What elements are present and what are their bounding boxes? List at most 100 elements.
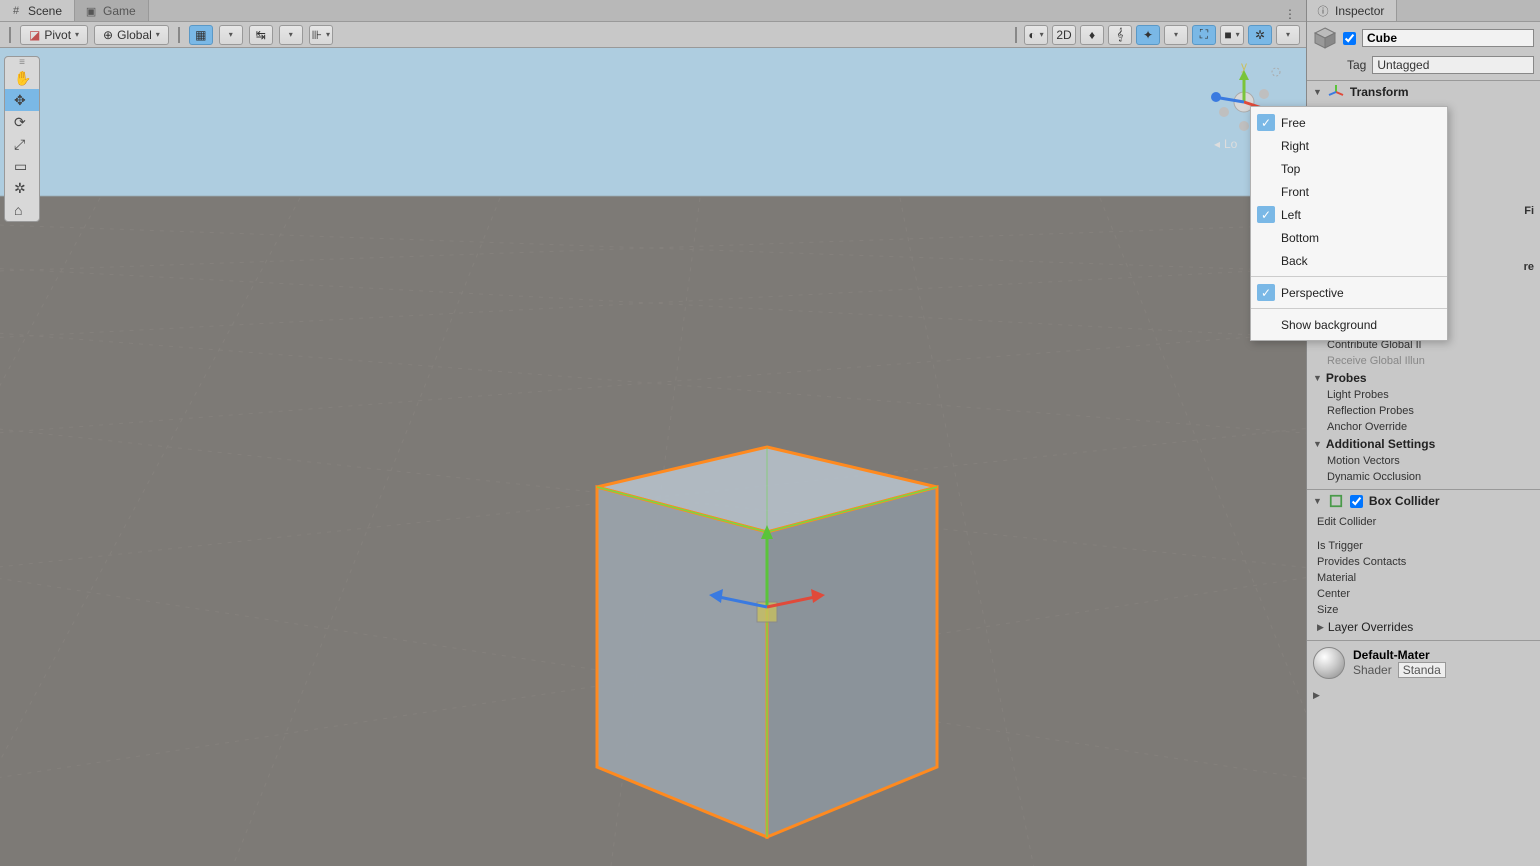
hand-tool[interactable]: ✋ — [5, 67, 39, 89]
ctx-item-right[interactable]: Right — [1251, 134, 1447, 157]
snap-increment-button[interactable]: ↹ — [249, 25, 273, 45]
ctx-item-show-background[interactable]: Show background — [1251, 313, 1447, 336]
gizmos-menu[interactable]: ▾ — [1276, 25, 1300, 45]
snap-increment-menu[interactable]: ▾ — [279, 25, 303, 45]
ctx-item-back[interactable]: Back — [1251, 249, 1447, 272]
hand-icon: ✋ — [14, 70, 30, 86]
prop-is-trigger[interactable]: Is Trigger — [1317, 538, 1534, 554]
rect-icon: ▭ — [14, 158, 30, 174]
scene-tab-menu[interactable]: ⋮ — [1274, 7, 1306, 21]
boxcollider-icon — [1328, 493, 1344, 509]
toolstrip-grip[interactable]: ≡ — [5, 57, 39, 67]
tab-game[interactable]: ▣ Game — [75, 0, 149, 21]
prop-anchor-override[interactable]: Anchor Override — [1313, 419, 1534, 435]
ruler-dropdown[interactable]: ⊪ ▾ — [309, 25, 333, 45]
rotate-tool[interactable]: ⟳ — [5, 111, 39, 133]
shader-dropdown[interactable]: Standa — [1398, 662, 1446, 678]
toolbar-divider — [9, 27, 11, 43]
ruler-icon: ⊪ — [312, 28, 322, 42]
gizmos-button[interactable]: ✲ — [1248, 25, 1272, 45]
boxcollider-title: Box Collider — [1369, 494, 1440, 508]
ctx-item-bottom[interactable]: Bottom — [1251, 226, 1447, 249]
check-icon — [1257, 137, 1275, 154]
ctx-label: Perspective — [1281, 286, 1344, 300]
fold-icon: ▼ — [1313, 87, 1322, 97]
transform-tool[interactable]: ✲ — [5, 177, 39, 199]
camera-dropdown[interactable]: ■▾ — [1220, 25, 1244, 45]
ctx-separator — [1251, 308, 1447, 309]
transform-icon — [1328, 84, 1344, 100]
fold-icon: ▼ — [1313, 496, 1322, 506]
selected-cube[interactable] — [567, 437, 967, 860]
scale-tool[interactable]: ⤢ — [5, 133, 39, 155]
layer-overrides-section[interactable]: ▶ Layer Overrides — [1317, 618, 1534, 636]
rotate-icon: ⟳ — [14, 114, 30, 130]
check-icon: ✓ — [1257, 114, 1275, 131]
prop-light-probes[interactable]: Light Probes — [1313, 387, 1534, 403]
gameobject-name-field[interactable] — [1362, 29, 1534, 47]
tag-dropdown[interactable]: Untagged — [1372, 56, 1534, 74]
scene-viewport[interactable]: y ◂ Lo — [0, 48, 1306, 866]
lighting-button[interactable]: ♦ — [1080, 25, 1104, 45]
fx-button[interactable]: ✦ — [1136, 25, 1160, 45]
transform-component-header[interactable]: ▼ Transform — [1307, 81, 1540, 103]
material-row[interactable]: Default-Mater Shader Standa — [1307, 640, 1540, 685]
pivot-dropdown[interactable]: ◪ Pivot ▾ — [20, 25, 88, 45]
ctx-label: Front — [1281, 185, 1309, 199]
ctx-item-perspective[interactable]: ✓ Perspective — [1251, 281, 1447, 304]
move-tool[interactable]: ✥ — [5, 89, 39, 111]
transform-tool-strip: ≡ ✋ ✥ ⟳ ⤢ ▭ ✲ ⌂ — [4, 56, 40, 222]
prop-reflection-probes[interactable]: Reflection Probes — [1313, 403, 1534, 419]
check-icon — [1257, 160, 1275, 177]
ctx-label: Bottom — [1281, 231, 1319, 245]
toolbar-divider — [178, 27, 180, 43]
shader-label: Shader — [1353, 663, 1392, 677]
ctx-item-left[interactable]: ✓ Left — [1251, 203, 1447, 226]
ctx-item-top[interactable]: Top — [1251, 157, 1447, 180]
game-icon: ▣ — [85, 5, 97, 17]
grid-snap-button[interactable]: ▦ — [189, 25, 213, 45]
boxcollider-component-header[interactable]: ▼ Box Collider — [1307, 490, 1540, 512]
boxcollider-enabled-checkbox[interactable] — [1350, 495, 1363, 508]
rect-tool[interactable]: ▭ — [5, 155, 39, 177]
shading-icon: ◐ — [1028, 28, 1035, 42]
ctx-label: Right — [1281, 139, 1309, 153]
camera-icon: ■ — [1224, 28, 1231, 42]
prop-collider-size[interactable]: Size — [1317, 602, 1534, 618]
hidden-objects-button[interactable]: ⛶ — [1192, 25, 1216, 45]
mode-2d-button[interactable]: 2D — [1052, 25, 1076, 45]
ctx-label: Show background — [1281, 318, 1377, 332]
gameobject-active-checkbox[interactable] — [1343, 32, 1356, 45]
probes-section[interactable]: ▼ Probes — [1313, 369, 1534, 387]
prop-edit-collider[interactable]: Edit Collider — [1317, 514, 1534, 530]
prop-collider-material[interactable]: Material — [1317, 570, 1534, 586]
fold-icon[interactable]: ▶ — [1313, 690, 1320, 700]
scale-icon: ⤢ — [14, 136, 30, 152]
fx-menu[interactable]: ▾ — [1164, 25, 1188, 45]
audio-button[interactable]: 𝄞 — [1108, 25, 1132, 45]
light-icon: ♦ — [1089, 28, 1095, 42]
audio-icon: 𝄞 — [1116, 27, 1123, 42]
grid-snap-menu[interactable]: ▾ — [219, 25, 243, 45]
additional-title: Additional Settings — [1326, 437, 1435, 451]
chevron-down-icon: ▾ — [75, 30, 79, 39]
chevron-down-icon: ▾ — [156, 30, 160, 39]
orientation-context-menu: ✓ Free Right Top Front ✓ Left Bottom Bac… — [1250, 106, 1448, 341]
prop-dynamic-occlusion[interactable]: Dynamic Occlusion — [1313, 469, 1534, 485]
ctx-item-free[interactable]: ✓ Free — [1251, 111, 1447, 134]
additional-section[interactable]: ▼ Additional Settings — [1313, 435, 1534, 453]
material-name: Default-Mater — [1353, 648, 1446, 662]
global-dropdown[interactable]: ⊕ Global ▾ — [94, 25, 169, 45]
check-icon — [1257, 252, 1275, 269]
prop-motion-vectors[interactable]: Motion Vectors — [1313, 453, 1534, 469]
material-preview-icon — [1313, 647, 1345, 679]
ctx-item-front[interactable]: Front — [1251, 180, 1447, 203]
prop-provides-contacts[interactable]: Provides Contacts — [1317, 554, 1534, 570]
prop-collider-center[interactable]: Center — [1317, 586, 1534, 602]
custom-tool[interactable]: ⌂ — [5, 199, 39, 221]
shading-dropdown[interactable]: ◐ ▾ — [1024, 25, 1048, 45]
tab-scene[interactable]: # Scene — [0, 0, 75, 21]
toolbar-divider — [1015, 27, 1017, 43]
tab-inspector[interactable]: ⓘ Inspector — [1307, 0, 1397, 21]
transform-title: Transform — [1350, 85, 1409, 99]
